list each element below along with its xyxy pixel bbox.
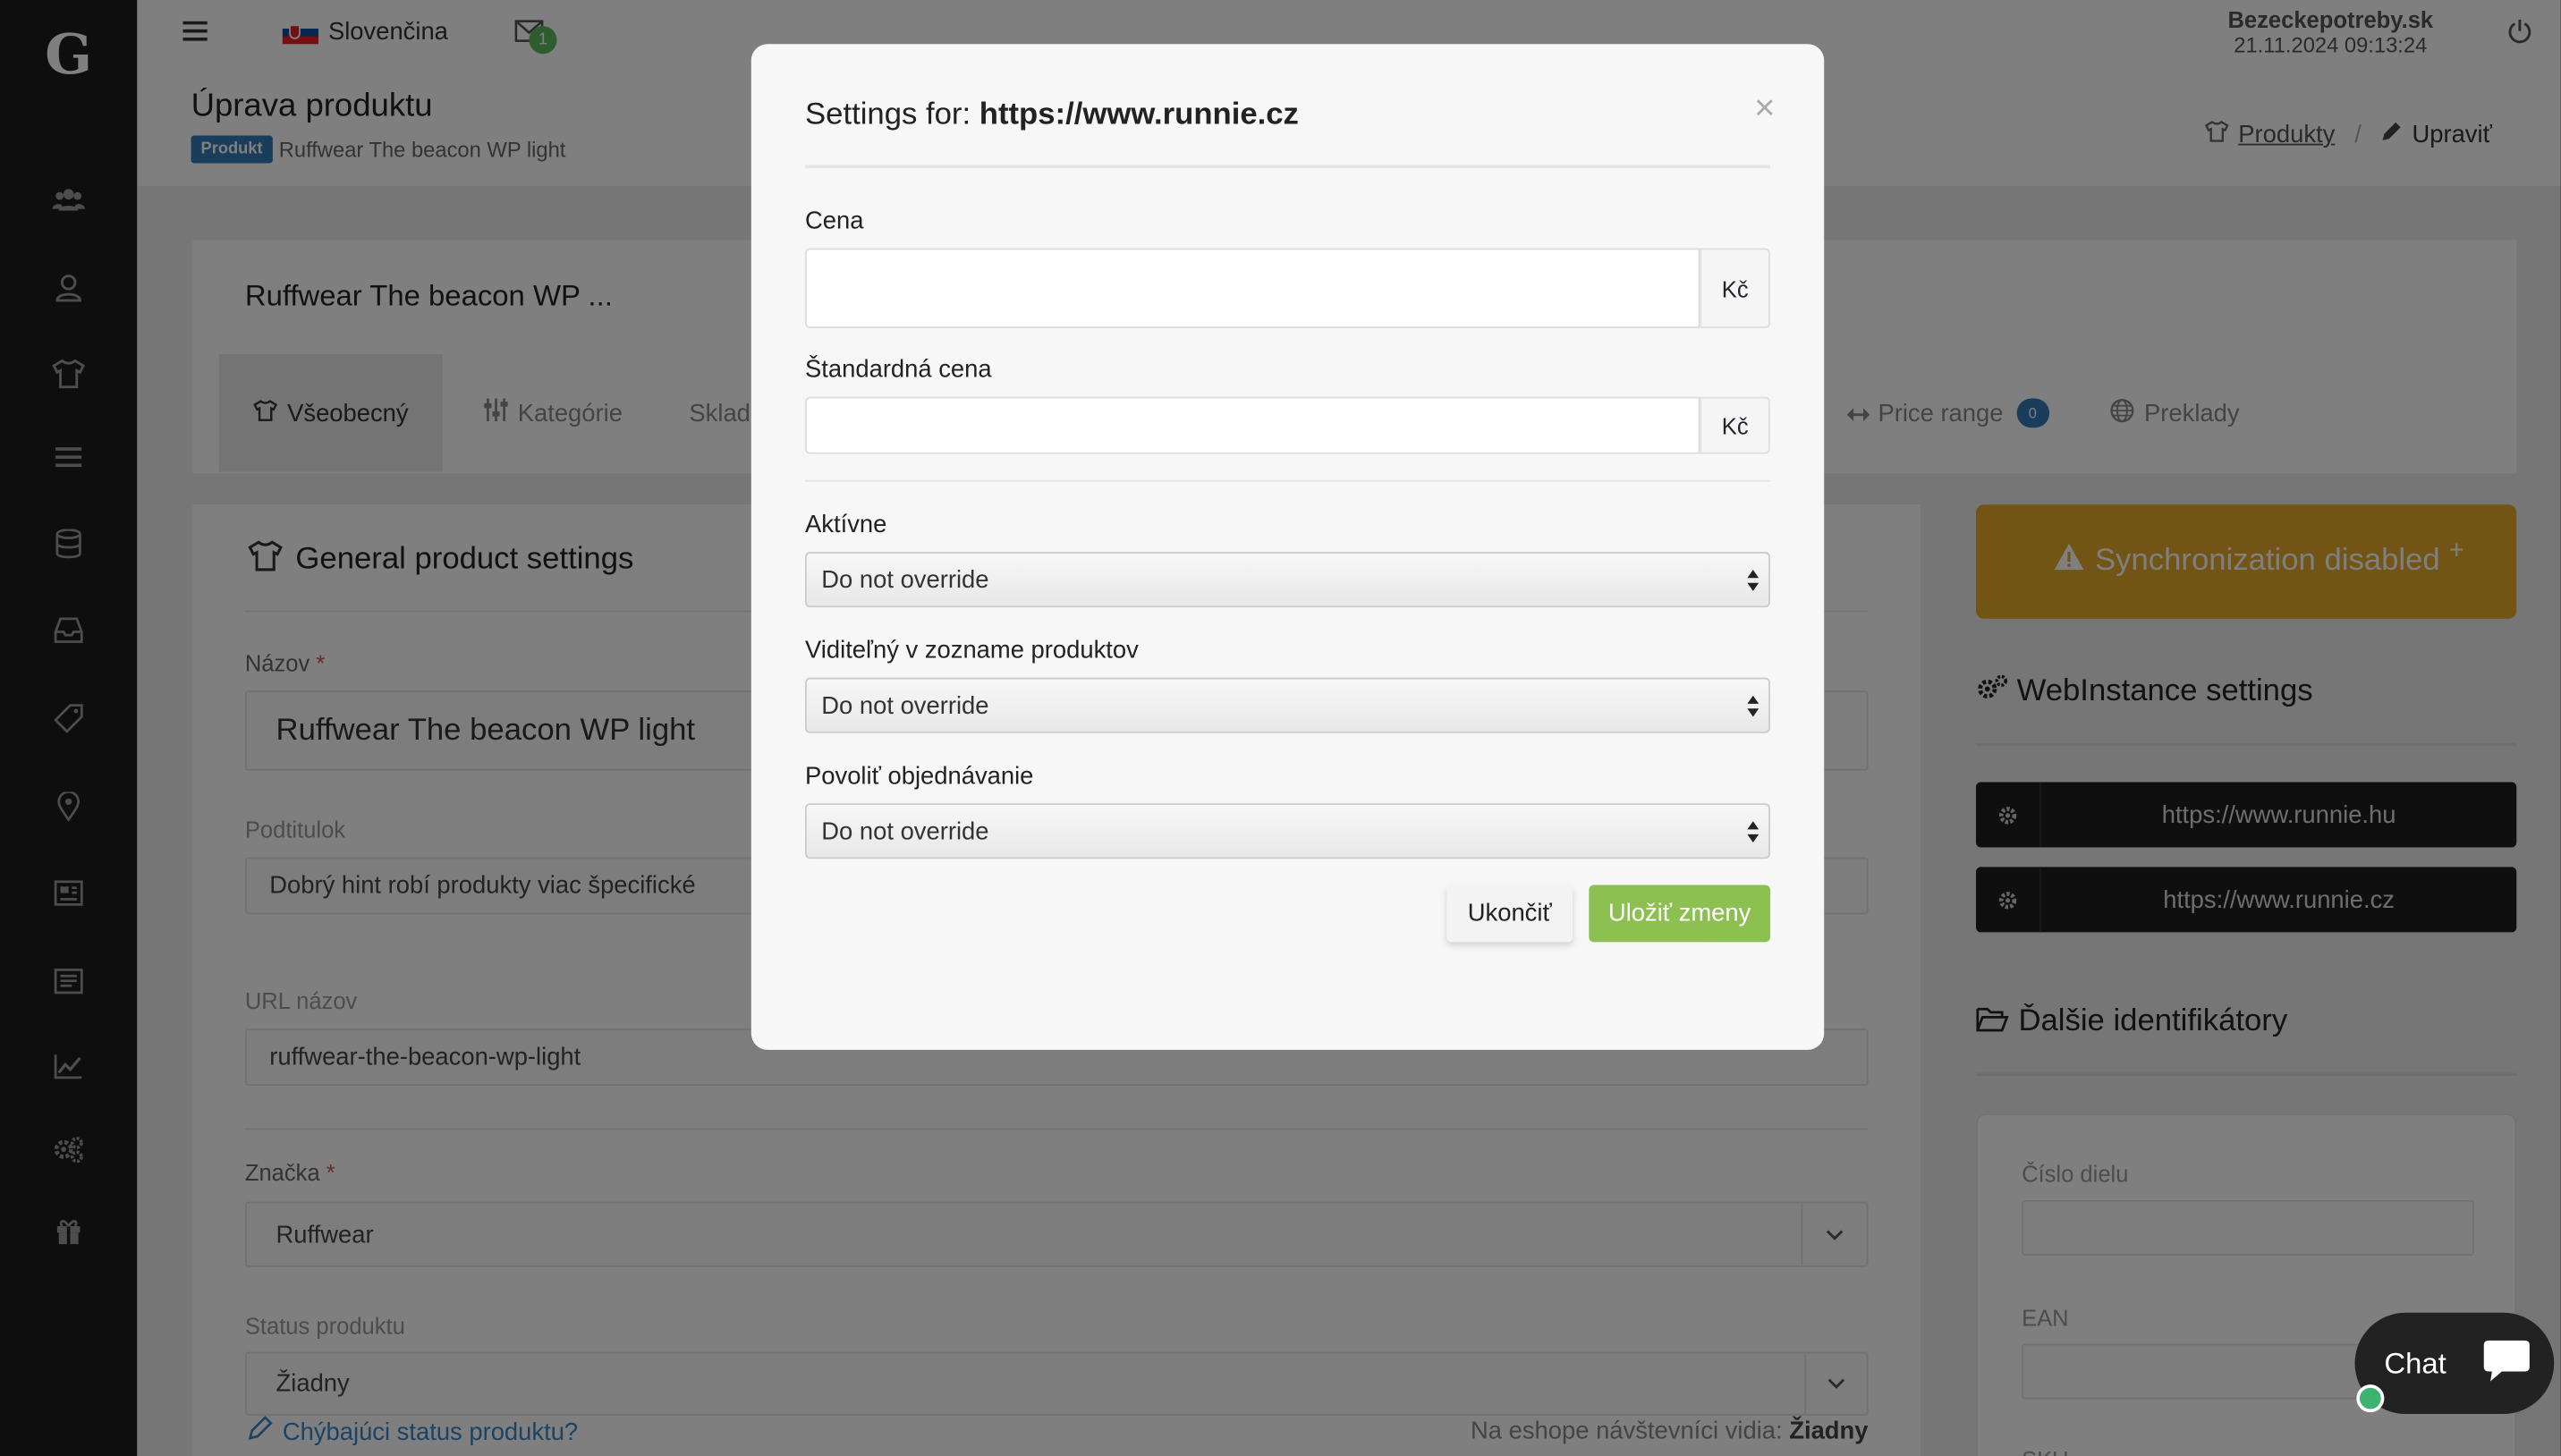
select-arrows-icon <box>1747 695 1760 724</box>
price-label: Cena <box>805 207 864 235</box>
divider <box>805 479 1770 482</box>
save-button[interactable]: Uložiť zmeny <box>1589 885 1770 943</box>
price-input[interactable] <box>805 248 1700 328</box>
price-currency-addon: Kč <box>1700 248 1770 328</box>
standard-price-input[interactable] <box>805 396 1700 454</box>
online-status-dot <box>2356 1384 2385 1413</box>
modal-title-prefix: Settings for: <box>805 97 971 132</box>
chat-bubble-icon <box>2482 1335 2531 1393</box>
ordering-select-value: Do not override <box>821 817 989 845</box>
modal-title-url: https://www.runnie.cz <box>979 97 1299 132</box>
visible-select-value: Do not override <box>821 691 989 720</box>
settings-modal: Settings for: https://www.runnie.cz × Ce… <box>750 44 1825 1050</box>
standard-price-currency-addon: Kč <box>1700 396 1770 454</box>
chat-widget[interactable]: Chat <box>2354 1312 2555 1414</box>
visible-select[interactable]: Do not override <box>805 677 1770 733</box>
standard-price-input-group: Kč <box>805 396 1770 454</box>
active-select-value: Do not override <box>821 565 989 594</box>
select-arrows-icon <box>1747 570 1760 597</box>
standard-price-label: Štandardná cena <box>805 355 992 385</box>
page-root: G <box>0 0 2561 1456</box>
modal-title: Settings for: https://www.runnie.cz <box>805 98 1299 134</box>
ordering-select[interactable]: Do not override <box>805 803 1770 859</box>
divider <box>805 165 1770 169</box>
active-label: Aktívne <box>805 511 887 539</box>
select-arrows-icon <box>1747 821 1760 849</box>
visible-label: Viditeľný v zozname produktov <box>805 636 1139 665</box>
active-select[interactable]: Do not override <box>805 552 1770 608</box>
ordering-label: Povoliť objednávanie <box>805 762 1034 791</box>
close-icon[interactable]: × <box>1754 87 1775 129</box>
cancel-button[interactable]: Ukončiť <box>1446 885 1573 943</box>
chat-label: Chat <box>2384 1346 2447 1379</box>
price-input-group: Kč <box>805 248 1770 328</box>
